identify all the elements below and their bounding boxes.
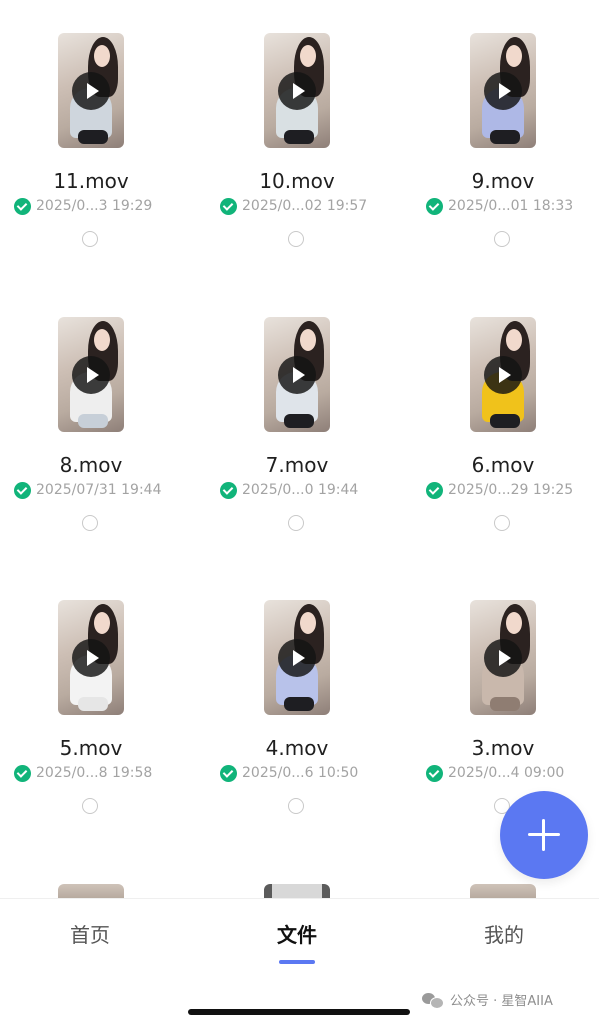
file-time: 2025/0...02 19:57 [242, 198, 368, 214]
file-time: 2025/0...8 19:58 [36, 765, 153, 781]
watermark-text: 公众号 · 星智AIIA [450, 994, 553, 1009]
file-item[interactable]: 8.mov 2025/07/31 19:44 [0, 284, 200, 544]
file-meta: 2025/0...3 19:29 [14, 196, 152, 216]
file-time: 2025/0...3 19:29 [36, 198, 153, 214]
file-name: 9.mov [471, 169, 535, 193]
watermark: 公众号 · 星智AIIA [422, 990, 553, 1009]
check-circle-icon [426, 481, 443, 499]
file-item[interactable]: 4.mov 2025/0...6 10:50 [206, 567, 406, 827]
check-circle-icon [14, 481, 31, 499]
file-meta: 2025/0...0 19:44 [220, 480, 358, 500]
file-item[interactable]: 10.mov 2025/0...02 19:57 [206, 0, 406, 260]
file-meta: 2025/0...8 19:58 [14, 763, 152, 783]
file-meta: 2025/0...29 19:25 [426, 480, 573, 500]
file-name: 6.mov [471, 453, 535, 477]
wechat-icon [422, 992, 444, 1009]
file-item[interactable]: 6.mov 2025/0...29 19:25 [412, 284, 599, 544]
check-circle-icon [426, 764, 443, 782]
tab-files[interactable]: 文件 [227, 919, 367, 948]
check-circle-icon [14, 764, 31, 782]
check-circle-icon [14, 197, 31, 215]
home-indicator[interactable] [188, 1009, 410, 1015]
file-time: 2025/0...01 18:33 [448, 198, 574, 214]
file-time: 2025/0...0 19:44 [242, 482, 359, 498]
file-item[interactable]: 5.mov 2025/0...8 19:58 [0, 567, 200, 827]
file-name: 11.mov [53, 169, 129, 193]
file-meta: 2025/07/31 19:44 [14, 480, 162, 500]
file-meta: 2025/0...4 09:00 [426, 763, 564, 783]
file-item[interactable]: 11.mov 2025/0...3 19:29 [0, 0, 200, 260]
tab-home[interactable]: 首页 [20, 919, 160, 948]
play-icon[interactable] [72, 356, 110, 394]
play-icon[interactable] [72, 639, 110, 677]
play-icon[interactable] [278, 72, 316, 110]
check-circle-icon [220, 197, 237, 215]
file-name: 4.mov [265, 736, 329, 760]
select-radio[interactable] [82, 231, 98, 247]
tab-mine[interactable]: 我的 [434, 919, 574, 948]
play-icon[interactable] [278, 356, 316, 394]
select-radio[interactable] [288, 798, 304, 814]
select-radio[interactable] [82, 515, 98, 531]
file-item[interactable]: 9.mov 2025/0...01 18:33 [412, 0, 599, 260]
bottom-tab-bar: 首页 文件 我的 公众号 · 星智AIIA [0, 898, 599, 1025]
active-tab-indicator [279, 960, 315, 964]
file-name: 3.mov [471, 736, 535, 760]
select-radio[interactable] [82, 798, 98, 814]
select-radio[interactable] [494, 515, 510, 531]
file-name: 10.mov [259, 169, 335, 193]
play-icon[interactable] [72, 72, 110, 110]
play-icon[interactable] [484, 356, 522, 394]
play-icon[interactable] [484, 639, 522, 677]
file-time: 2025/0...6 10:50 [242, 765, 359, 781]
file-item[interactable]: 7.mov 2025/0...0 19:44 [206, 284, 406, 544]
file-name: 7.mov [265, 453, 329, 477]
file-item[interactable]: 3.mov 2025/0...4 09:00 [412, 567, 599, 827]
file-meta: 2025/0...6 10:50 [220, 763, 358, 783]
check-circle-icon [426, 197, 443, 215]
file-time: 2025/07/31 19:44 [36, 482, 162, 498]
file-name: 5.mov [59, 736, 123, 760]
add-button[interactable] [500, 791, 588, 879]
file-meta: 2025/0...01 18:33 [426, 196, 573, 216]
select-radio[interactable] [494, 231, 510, 247]
play-icon[interactable] [278, 639, 316, 677]
file-name: 8.mov [59, 453, 123, 477]
select-radio[interactable] [288, 515, 304, 531]
check-circle-icon [220, 481, 237, 499]
file-time: 2025/0...29 19:25 [448, 482, 574, 498]
select-radio[interactable] [288, 231, 304, 247]
file-meta: 2025/0...02 19:57 [220, 196, 367, 216]
check-circle-icon [220, 764, 237, 782]
play-icon[interactable] [484, 72, 522, 110]
file-time: 2025/0...4 09:00 [448, 765, 565, 781]
